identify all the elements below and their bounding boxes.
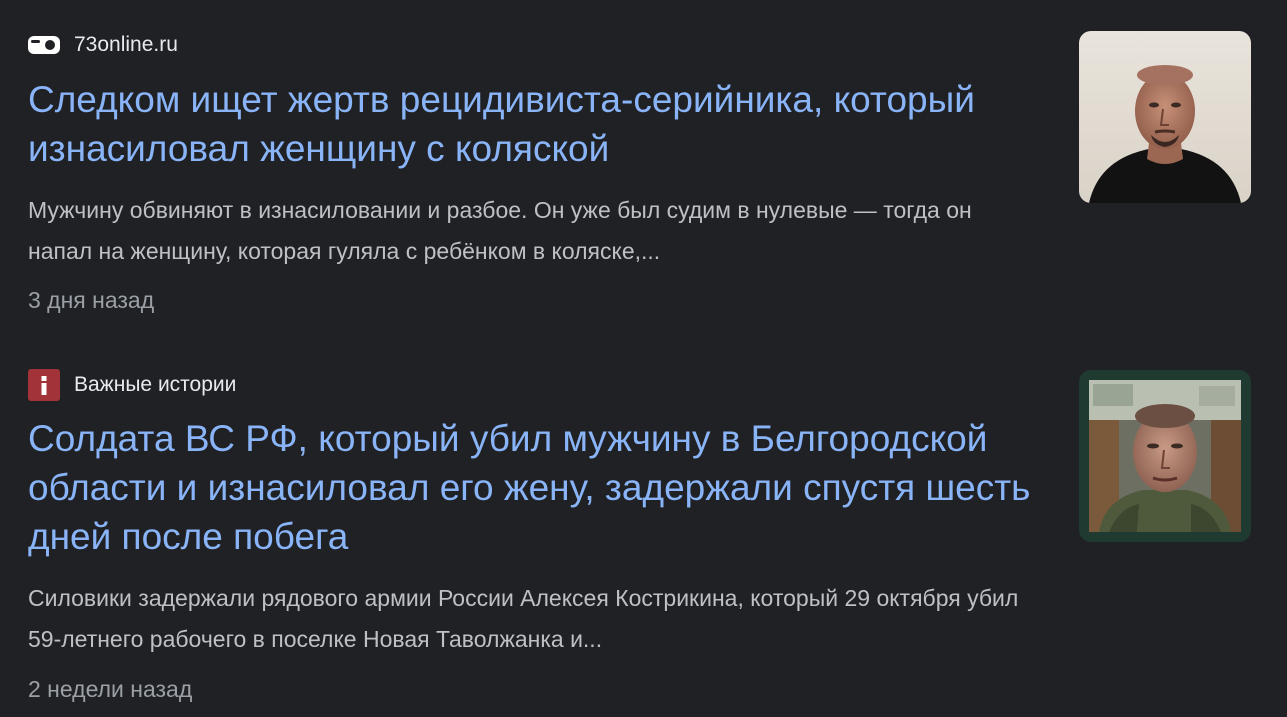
source-row[interactable]: Важные истории: [28, 369, 236, 401]
headline-link[interactable]: Следком ищет жертв рецидивиста-серийника…: [28, 75, 1038, 173]
news-result-card[interactable]: 73online.ru Следком ищет жертв рецидивис…: [0, 0, 1287, 340]
timestamp: 3 дня назад: [28, 287, 155, 313]
snippet: Силовики задержали рядового армии России…: [28, 585, 1019, 652]
source-name: 73online.ru: [74, 33, 178, 56]
news-result-card[interactable]: Важные истории Солдата ВС РФ, который уб…: [0, 340, 1287, 717]
info-i-logo-icon: [28, 369, 60, 401]
soldier-portrait-thumbnail[interactable]: [1079, 370, 1251, 542]
toggle-logo-icon: [28, 29, 60, 61]
timestamp: 2 недели назад: [28, 676, 193, 702]
source-name: Важные истории: [74, 373, 237, 396]
man-portrait-thumbnail[interactable]: [1079, 31, 1251, 203]
headline-link[interactable]: Солдата ВС РФ, который убил мужчину в Бе…: [28, 414, 1038, 561]
source-row[interactable]: 73online.ru: [28, 29, 178, 61]
snippet: Мужчину обвиняют в изнасиловании и разбо…: [28, 197, 972, 264]
